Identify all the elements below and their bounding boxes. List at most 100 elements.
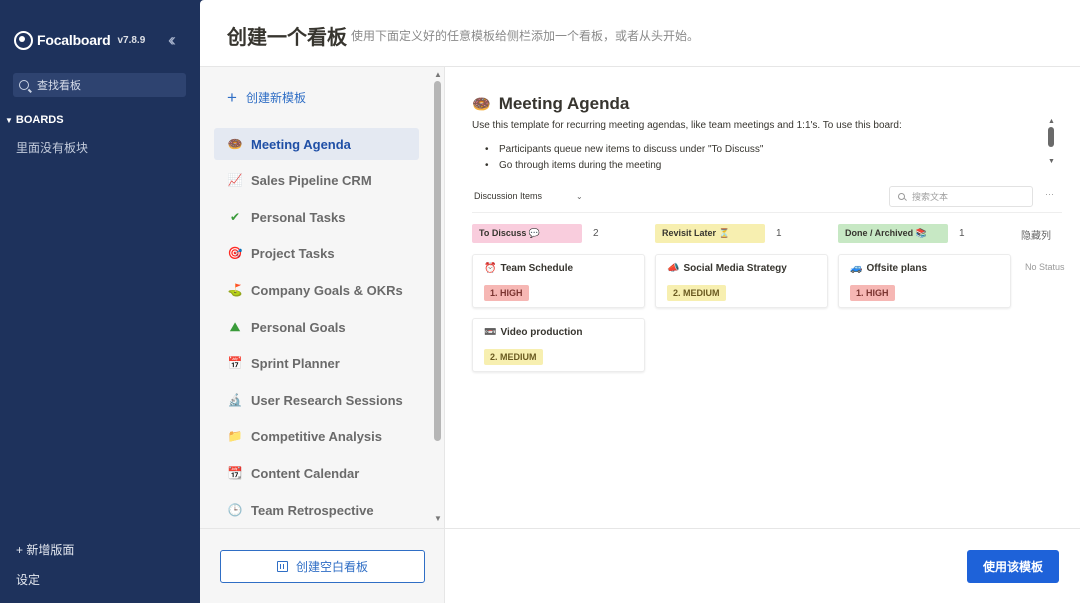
chart-icon: 📈 [227, 173, 243, 187]
view-selector[interactable]: Discussion Items ⌄ [474, 191, 583, 201]
videotape-icon: 📼 [484, 327, 497, 338]
create-blank-board-button[interactable]: 创建空白看板 [220, 550, 425, 583]
hidden-columns-label: 隐藏列 [1021, 231, 1051, 242]
scroll-down-icon[interactable]: ▼ [1048, 158, 1055, 165]
donut-icon: 🍩 [227, 137, 243, 151]
template-list: + 创建新模板 🍩 Meeting Agenda 📈 Sales Pipelin… [200, 67, 445, 528]
view-name: Discussion Items [474, 191, 543, 201]
template-item-label: Content Calendar [251, 465, 360, 481]
calendar-icon: 📅 [227, 356, 243, 370]
search-icon [898, 193, 905, 200]
template-item-label: Meeting Agenda [251, 136, 351, 152]
new-template-button[interactable]: + 创建新模板 [227, 89, 306, 106]
collapse-sidebar-icon[interactable]: ‹‹ [168, 30, 176, 50]
preview-bullet: Go through items during the meeting [485, 160, 763, 176]
car-icon: 🚙 [850, 263, 863, 274]
card-title: 📣 Social Media Strategy [667, 263, 787, 274]
template-item-personal-tasks[interactable]: ✔ Personal Tasks [214, 201, 419, 233]
template-item-competitive-analysis[interactable]: 📁 Competitive Analysis [214, 420, 419, 452]
mountain-icon: ⛰ [229, 319, 241, 334]
preview-description: Use this template for recurring meeting … [472, 120, 902, 131]
dialog-header: 创建一个看板 使用下面定义好的任意模板给侧栏添加一个看板，或者从头开始。 [200, 0, 1080, 67]
use-template-button[interactable]: 使用该模板 [967, 550, 1059, 583]
megaphone-icon: 📣 [667, 263, 680, 274]
card-social-media-strategy[interactable]: 📣 Social Media Strategy 2. MEDIUM [655, 254, 828, 308]
donut-icon: 🍩 [472, 96, 491, 113]
template-item-label: Competitive Analysis [251, 428, 383, 444]
column-count: 1 [959, 228, 965, 239]
template-item-content-calendar[interactable]: 📆 Content Calendar [214, 457, 419, 489]
divider [472, 212, 1062, 213]
description-scrollbar[interactable] [1048, 127, 1054, 147]
template-item-team-retrospective[interactable]: 🕒 Team Retrospective [214, 494, 419, 526]
more-options-icon[interactable]: ··· [1045, 189, 1054, 199]
template-item-label: User Research Sessions [251, 392, 403, 408]
chevron-down-icon: ⌄ [576, 191, 583, 201]
no-status-label: No Status [1025, 262, 1065, 272]
chevron-down-icon: ▼ [5, 116, 13, 125]
priority-badge: 2. MEDIUM [667, 285, 726, 301]
template-preview: 🍩 Meeting Agenda Use this template for r… [445, 67, 1080, 528]
target-icon: 🎯 [227, 246, 243, 260]
alarm-clock-icon: ⏰ [484, 263, 497, 274]
template-item-project-tasks[interactable]: 🎯 Project Tasks [214, 237, 419, 269]
template-item-label: Personal Goals [251, 319, 346, 335]
template-list-footer: 创建空白看板 [200, 528, 445, 603]
template-item-label: Sales Pipeline CRM [251, 172, 372, 188]
template-dialog: 创建一个看板 使用下面定义好的任意模板给侧栏添加一个看板，或者从头开始。 + 创… [200, 0, 1080, 603]
template-item-label: Project Tasks [251, 245, 335, 261]
template-item-sales-pipeline-crm[interactable]: 📈 Sales Pipeline CRM [214, 164, 419, 196]
page-title: 创建一个看板 [227, 27, 347, 49]
search-icon [19, 80, 29, 90]
column-header-revisit-later[interactable]: Revisit Later ⏳ [655, 224, 765, 243]
template-item-personal-goals[interactable]: ⛰ Personal Goals [214, 311, 419, 343]
preview-footer: 使用该模板 [445, 528, 1080, 603]
no-boards-text: 里面没有板块 [16, 141, 89, 155]
template-item-user-research-sessions[interactable]: 🔬 User Research Sessions [214, 384, 419, 416]
boards-heading[interactable]: ▼ BOARDS [5, 114, 64, 126]
plus-icon: + [227, 87, 237, 107]
column-header-to-discuss[interactable]: To Discuss 💬 [472, 224, 582, 243]
checkmark-icon: ✔ [229, 210, 241, 224]
template-item-company-goals-okrs[interactable]: ⛳ Company Goals & OKRs [214, 274, 419, 306]
scroll-up-icon[interactable]: ▲ [434, 70, 442, 79]
new-template-label: 创建新模板 [245, 91, 306, 105]
brand[interactable]: Focalboard v7.8.9 [14, 30, 145, 50]
create-blank-board-label: 创建空白看板 [295, 560, 368, 574]
scroll-up-icon[interactable]: ▲ [1048, 118, 1055, 125]
card-title: 📼 Video production [484, 327, 583, 338]
template-list-scrollbar[interactable] [434, 81, 441, 441]
template-item-label: Team Retrospective [251, 502, 374, 518]
preview-bullet: Participants queue new items to discuss … [485, 144, 763, 160]
column-count: 1 [776, 228, 782, 239]
card-video-production[interactable]: 📼 Video production 2. MEDIUM [472, 318, 645, 372]
settings-button[interactable]: 设定 [16, 571, 40, 588]
board-search[interactable]: 查找看板 [13, 73, 186, 97]
preview-title: 🍩 Meeting Agenda [472, 94, 629, 114]
card-title-text: Social Media Strategy [683, 263, 787, 274]
template-item-label: Personal Tasks [251, 209, 346, 225]
template-item-label: Company Goals & OKRs [251, 282, 403, 298]
priority-badge: 1. HIGH [484, 285, 529, 301]
card-offsite-plans[interactable]: 🚙 Offsite plans 1. HIGH [838, 254, 1011, 308]
card-title-text: Video production [500, 327, 583, 338]
column-header-done-archived[interactable]: Done / Archived 📚 [838, 224, 948, 243]
clock-icon: 🕒 [227, 503, 243, 517]
sidebar: Focalboard v7.8.9 ‹‹ 查找看板 ▼ BOARDS 里面没有板块… [0, 0, 200, 603]
folder-icon: 📁 [227, 429, 243, 443]
preview-bullets: Participants queue new items to discuss … [485, 144, 763, 176]
card-team-schedule[interactable]: ⏰ Team Schedule 1. HIGH [472, 254, 645, 308]
add-board-button[interactable]: + 新增版面 [16, 541, 74, 558]
focalboard-logo-icon [14, 30, 33, 50]
preview-title-text: Meeting Agenda [498, 94, 630, 113]
priority-badge: 1. HIGH [850, 285, 895, 301]
card-title: ⏰ Team Schedule [484, 263, 573, 274]
template-item-sprint-planner[interactable]: 📅 Sprint Planner [214, 347, 419, 379]
microscope-icon: 🔬 [227, 393, 243, 407]
column-count: 2 [593, 228, 599, 239]
card-title-text: Offsite plans [866, 263, 928, 274]
brand-name: Focalboard [37, 32, 111, 48]
preview-search-input[interactable]: 搜索文本 [889, 186, 1033, 207]
scroll-down-icon[interactable]: ▼ [434, 514, 442, 523]
template-item-meeting-agenda[interactable]: 🍩 Meeting Agenda [214, 128, 419, 160]
